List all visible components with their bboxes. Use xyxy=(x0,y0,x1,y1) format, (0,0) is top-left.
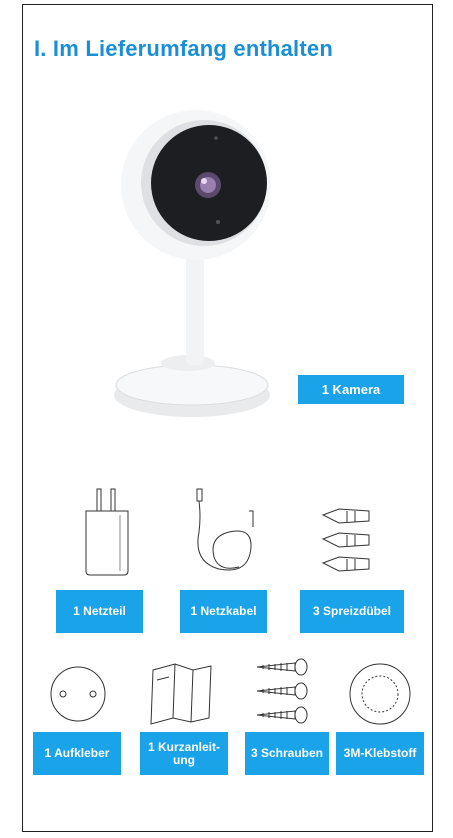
label-quick-guide-line1: 1 Kurzanleit- xyxy=(147,739,220,754)
adhesive-image xyxy=(349,663,411,725)
label-power-cable: 1 Netzkabel xyxy=(180,590,267,633)
sticker-image xyxy=(50,666,106,722)
label-screws: 3 Schrauben xyxy=(245,732,329,775)
label-adhesive: 3M-Klebstoff xyxy=(336,732,424,775)
label-camera: 1 Kamera xyxy=(298,375,404,404)
label-sticker: 1 Aufkleber xyxy=(33,732,121,775)
label-wall-anchors: 3 Spreizdübel xyxy=(300,590,404,633)
camera-image xyxy=(114,110,271,417)
quick-guide-image xyxy=(150,663,212,725)
screws-image xyxy=(256,658,308,724)
wall-anchors-image xyxy=(321,508,370,572)
power-adapter-image xyxy=(85,488,129,576)
label-quick-guide-line2: ung xyxy=(173,752,195,767)
label-power-adapter: 1 Netzteil xyxy=(56,590,143,633)
page-title: I. Im Lieferumfang enthalten xyxy=(34,36,333,61)
manual-page: I. Im Lieferumfang enthalten 1 Kamera 1 … xyxy=(22,4,433,832)
label-quick-guide: 1 Kurzanleit- ung xyxy=(140,732,228,775)
power-cable-image xyxy=(196,488,254,571)
